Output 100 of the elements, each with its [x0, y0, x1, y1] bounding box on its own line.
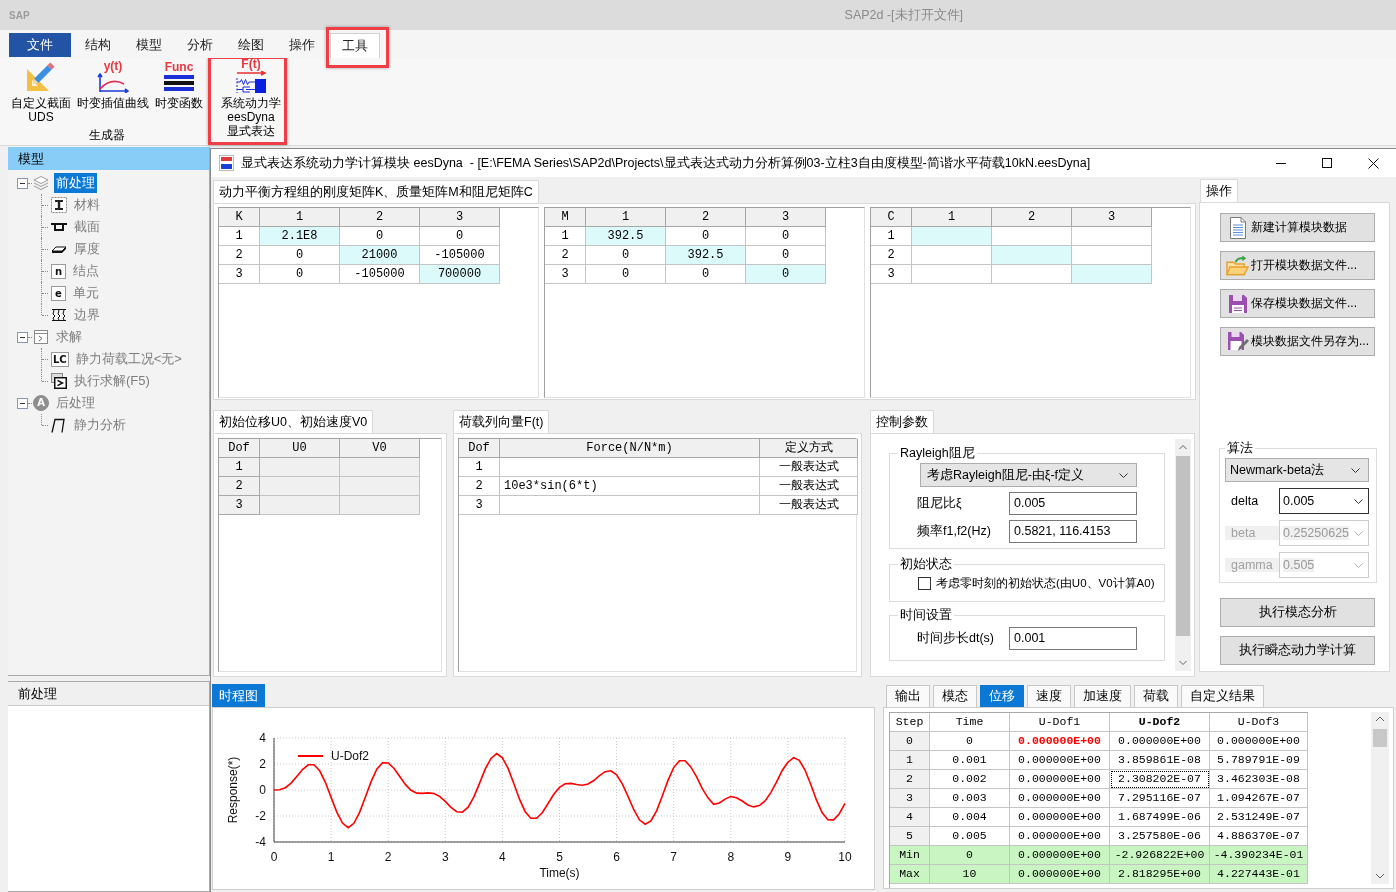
axis-tick-label: 6	[613, 850, 620, 864]
letter-badge: A	[33, 395, 49, 411]
vertical-scrollbar[interactable]	[1175, 439, 1191, 671]
column-header: U-Dof2	[1110, 713, 1210, 732]
collapse-icon[interactable]	[17, 177, 28, 189]
table-cell: 10	[930, 865, 1010, 884]
ribbon-tab[interactable]: 工具	[330, 33, 380, 58]
input-field[interactable]: 0.001	[1009, 627, 1137, 650]
i-beam-icon	[51, 197, 67, 213]
tree-item[interactable]: 厚度	[72, 239, 102, 259]
table-cell: -105000	[340, 265, 420, 284]
run-button[interactable]: 执行瞬态动力学计算	[1220, 636, 1375, 665]
panel-tab[interactable]: 荷载列向量F(t)	[453, 410, 550, 433]
panel-tab[interactable]: 动力平衡方程组的刚度矩阵K、质量矩阵M和阻尼矩阵C	[213, 180, 539, 203]
table-cell: 5.789791E-09	[1210, 751, 1308, 770]
tree-item[interactable]: 边界	[72, 305, 102, 325]
result-tab[interactable]: 位移	[980, 685, 1024, 707]
tree-item[interactable]: 结点	[71, 261, 101, 281]
tree-item[interactable]: 后处理	[54, 393, 97, 413]
close-icon	[1367, 157, 1379, 169]
panel-tab[interactable]: 操作	[1200, 179, 1238, 202]
axis-tick-label: 10	[838, 850, 852, 864]
row-header: 4	[890, 808, 930, 827]
checkbox[interactable]	[918, 577, 931, 590]
ribbon-tab[interactable]: 操作	[279, 33, 325, 55]
spring-damper-mass-icon	[234, 71, 268, 94]
column-header: 3	[420, 208, 500, 227]
tree-item[interactable]: 截面	[72, 217, 102, 237]
file-action-button[interactable]: 保存模块数据文件...	[1220, 289, 1375, 318]
ribbon-tab[interactable]: 分析	[177, 33, 223, 55]
result-tab[interactable]: 模态	[933, 685, 977, 707]
file-action-button[interactable]: 模块数据文件另存为...	[1220, 327, 1375, 356]
table-cell: 3.859861E-08	[1110, 751, 1210, 770]
ribbon-tab[interactable]: 模型	[126, 33, 172, 55]
group-label: Rayleigh阻尼	[899, 446, 976, 460]
table-cell: 392.5	[586, 227, 666, 246]
result-tab[interactable]: 加速度	[1074, 685, 1131, 707]
axis-tick-label: 0	[259, 783, 266, 797]
column-header: 1	[586, 208, 666, 227]
ribbon-tab[interactable]: 结构	[75, 33, 121, 55]
axis-tick-label: 8	[727, 850, 735, 864]
vertical-scrollbar[interactable]	[1371, 712, 1389, 884]
panel-tab[interactable]: 控制参数	[870, 410, 934, 433]
result-tab[interactable]: 速度	[1027, 685, 1071, 707]
column-header: Step	[890, 713, 930, 732]
document-icon	[1227, 216, 1248, 239]
table-header: M	[545, 208, 586, 227]
combo-box[interactable]: 0.005	[1279, 488, 1369, 514]
table-cell: 0	[586, 265, 666, 284]
file-action-button[interactable]: 新建计算模块数据	[1220, 213, 1375, 242]
row-header: 2	[545, 246, 586, 265]
result-tab[interactable]: 自定义结果	[1181, 685, 1264, 707]
table-cell: 0.003	[930, 789, 1010, 808]
ribbon-tool-button[interactable]: 自定义截面 UDS	[10, 58, 72, 124]
layers-icon	[33, 175, 49, 191]
table-cell: 2.308202E-07	[1110, 770, 1210, 789]
app-icon	[219, 155, 234, 171]
maximize-icon	[1322, 158, 1332, 168]
group-label: 初始状态	[899, 557, 953, 571]
axis-tick-label: 4	[499, 850, 506, 864]
run-button[interactable]: 执行模态分析	[1220, 598, 1375, 627]
axis-tick-label: -4	[255, 835, 266, 849]
dropdown[interactable]: Newmark-beta法	[1225, 458, 1369, 482]
tree-connector-line	[28, 182, 32, 184]
file-menu-button[interactable]: 文件	[9, 33, 71, 57]
ribbon-tool-button[interactable]: F(t) 系统动力学 eesDyna 显式表达	[220, 58, 282, 138]
input-field[interactable]: 0.5821, 116.4153	[1009, 520, 1137, 543]
tree-item[interactable]: 材料	[72, 195, 102, 215]
tree-item[interactable]: 执行求解(F5)	[72, 371, 152, 391]
axis-tick-label: -2	[255, 809, 266, 823]
row-header: 2	[219, 477, 260, 496]
file-action-button[interactable]: 打开模块数据文件...	[1220, 251, 1375, 280]
ribbon-tool-button[interactable]: Func 时变函数	[154, 58, 204, 124]
tree-item[interactable]: 静力分析	[72, 415, 128, 435]
collapse-icon[interactable]	[17, 397, 28, 409]
column-header: V0	[340, 439, 420, 458]
tree-item[interactable]: 单元	[71, 283, 101, 303]
column-header: 2	[340, 208, 420, 227]
tree-item[interactable]: 静力荷载工况<无>	[73, 349, 184, 369]
table-cell: 0	[260, 246, 340, 265]
param-label: beta	[1225, 526, 1279, 540]
window-title: SAP2d -[未打开文件]	[844, 6, 964, 24]
table-cell: 21000	[340, 246, 420, 265]
ribbon-tool-button[interactable]: y(t) 时变插值曲线	[76, 58, 150, 124]
tree-item[interactable]: 前处理	[54, 173, 97, 193]
result-tab[interactable]: 输出	[886, 685, 930, 707]
input-field[interactable]: 0.005	[1009, 492, 1137, 515]
column-header: 3	[746, 208, 826, 227]
axis-tick-label: 3	[441, 850, 449, 864]
tree-connector-line	[28, 336, 32, 338]
result-tab[interactable]: 荷载	[1134, 685, 1178, 707]
axis-tick-label: 2	[384, 850, 392, 864]
collapse-icon[interactable]	[17, 331, 28, 343]
row-header: 0	[890, 732, 930, 751]
ribbon-tab[interactable]: 绘图	[228, 33, 274, 55]
field-label: 阻尼比ξ	[917, 495, 963, 512]
table-cell: 0	[260, 265, 340, 284]
panel-tab[interactable]: 时程图	[212, 684, 265, 707]
tree-item[interactable]: 求解	[54, 327, 84, 347]
dropdown[interactable]: 考虑Rayleigh阻尼-由ξ-f定义	[920, 463, 1137, 487]
